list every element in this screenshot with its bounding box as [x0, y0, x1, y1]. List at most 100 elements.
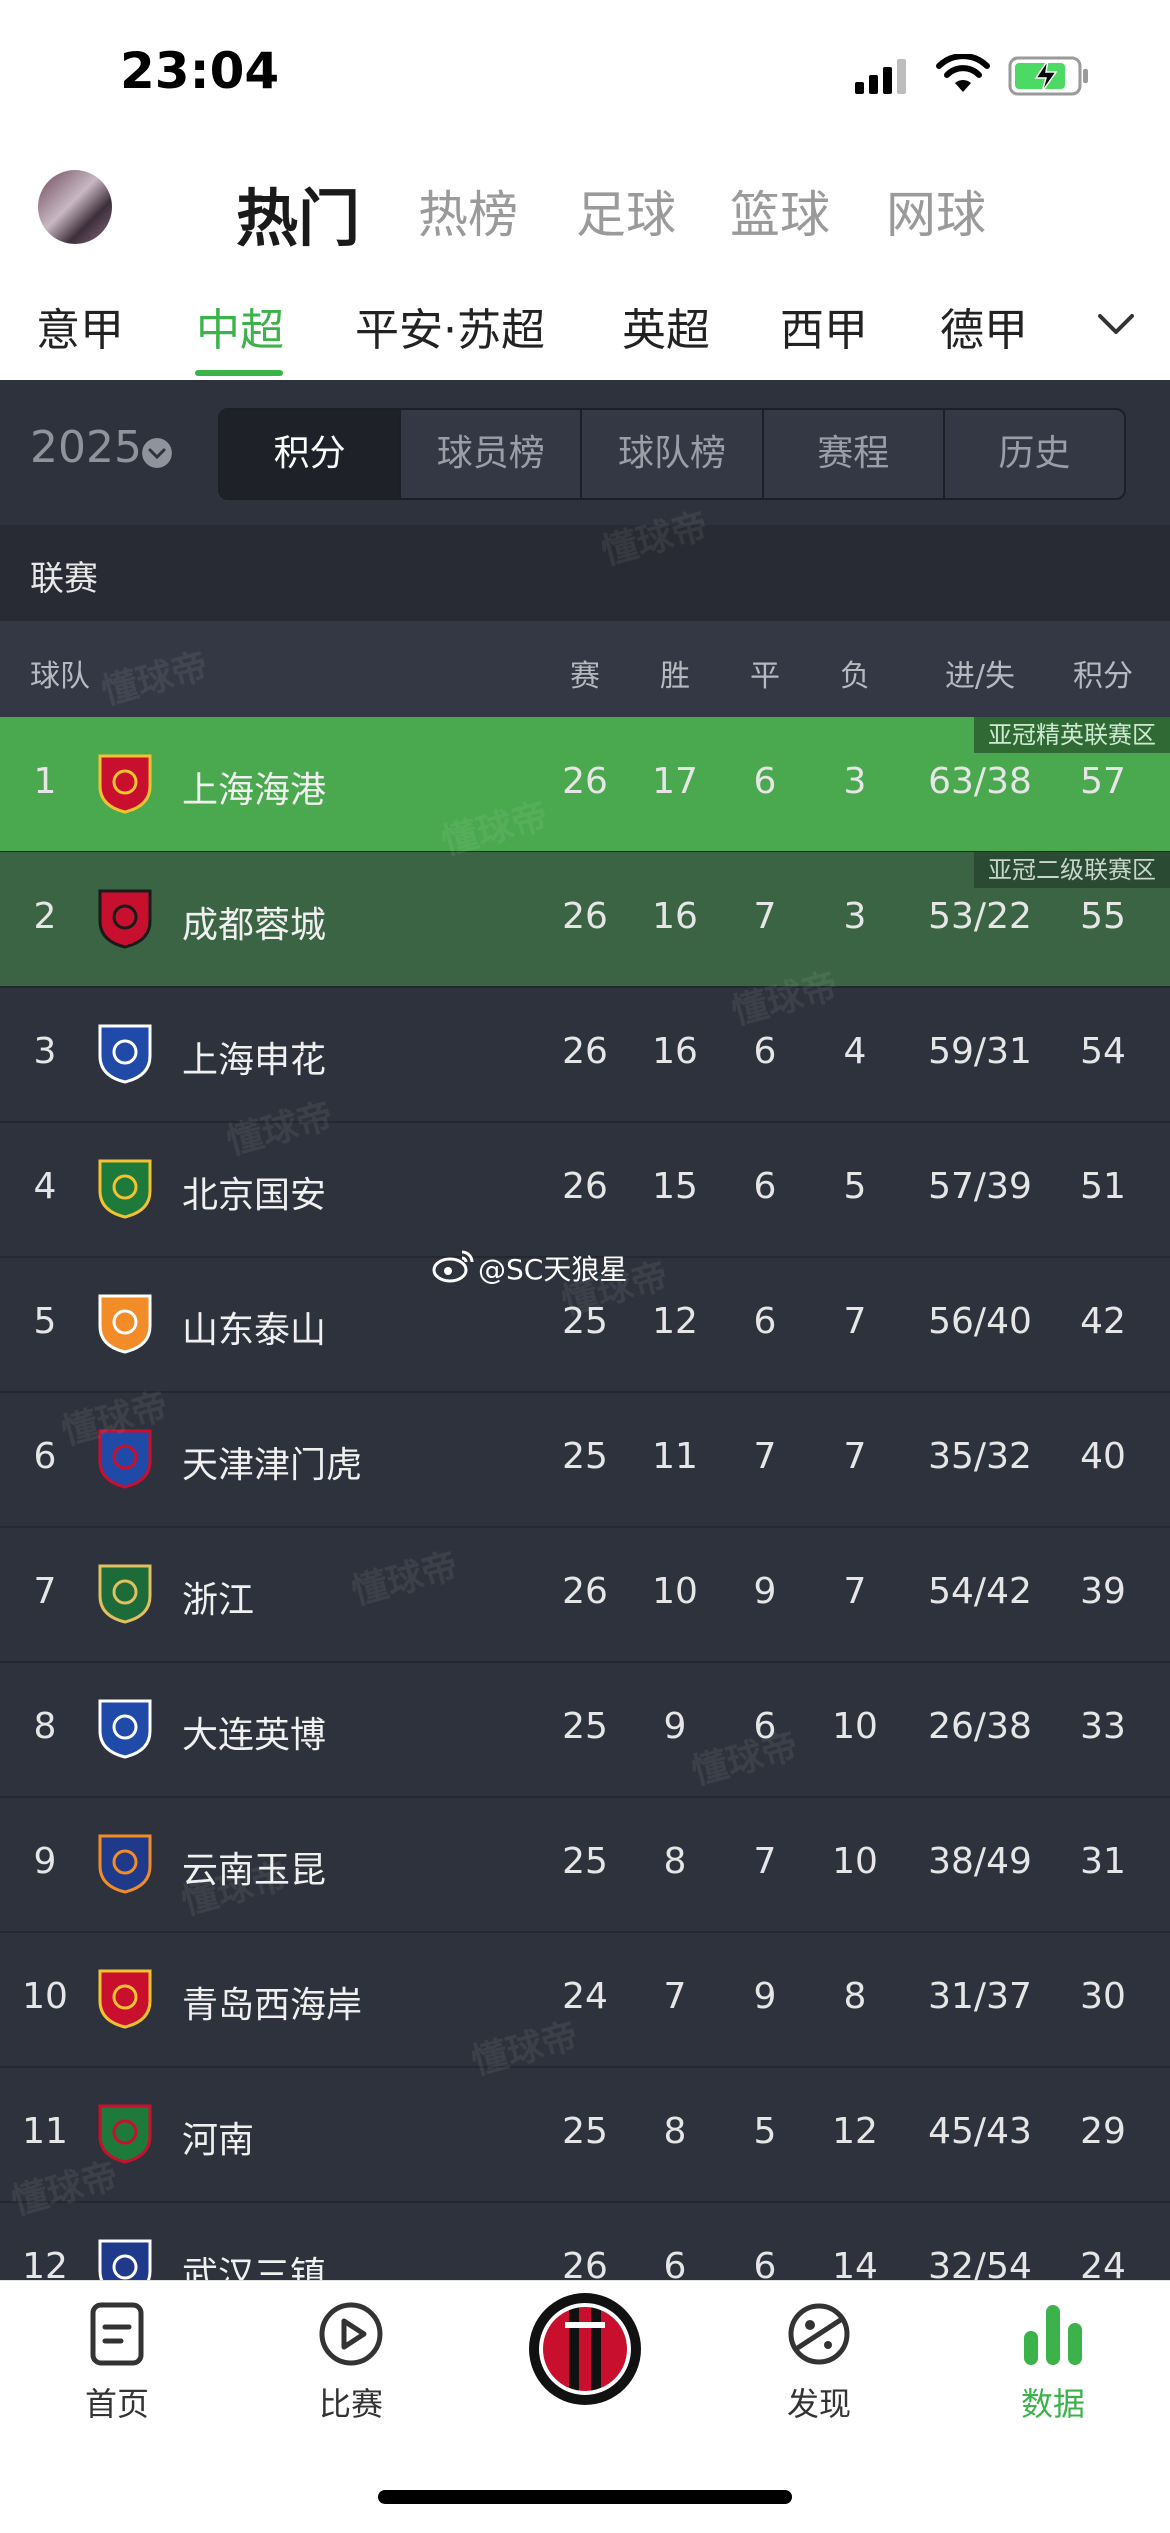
table-row[interactable]: 10 青岛西海岸 24 7 9 8 31/37 30	[0, 1932, 1170, 2068]
cell-won: 15	[652, 1166, 698, 1207]
cell-drawn: 7	[753, 1841, 777, 1882]
cell-drawn: 6	[753, 1031, 777, 1072]
table-row[interactable]: 3 上海申花 26 16 6 4 59/31 54	[0, 987, 1170, 1123]
table-row[interactable]: 4 北京国安 26 15 6 5 57/39 51	[0, 1122, 1170, 1258]
status-time: 23:04	[120, 42, 280, 100]
cell-lost: 12	[832, 2111, 878, 2152]
segment-schedule[interactable]: 赛程	[764, 410, 945, 498]
team-logo-icon	[98, 1564, 152, 1624]
cell-goals: 35/32	[928, 1436, 1032, 1477]
cell-played: 26	[562, 761, 608, 802]
league-tab-la-liga[interactable]: 西甲	[780, 294, 868, 358]
weibo-icon	[432, 1250, 474, 1283]
tab-football[interactable]: 足球	[576, 175, 676, 247]
cell-won: 17	[652, 761, 698, 802]
view-segmented-control: 积分 球员榜 球队榜 赛程 历史	[218, 408, 1126, 500]
rank: 9	[33, 1841, 57, 1882]
nav-discover-label: 发现	[786, 2385, 851, 2423]
team-name: 河南	[182, 2120, 255, 2161]
segment-player-rankings[interactable]: 球员榜	[401, 410, 583, 498]
team-name: 天津津门虎	[182, 1445, 363, 1486]
table-row[interactable]: 8 大连英博 25 9 6 10 26/38 33	[0, 1662, 1170, 1798]
cell-goals: 63/38	[928, 761, 1032, 802]
cell-played: 25	[562, 1706, 608, 1747]
league-tabs: 意甲 中超 平安·苏超 英超 西甲 德甲	[0, 270, 1170, 380]
season-selector[interactable]: 2025	[30, 422, 142, 473]
chevron-down-icon[interactable]	[1096, 310, 1136, 338]
home-indicator	[378, 2490, 792, 2504]
nav-club-badge[interactable]	[510, 2289, 660, 2421]
rank: 10	[22, 1976, 68, 2017]
cell-drawn: 6	[753, 1166, 777, 1207]
team-logo-icon	[98, 1294, 152, 1354]
cell-goals: 26/38	[928, 1706, 1032, 1747]
league-tab-su-super[interactable]: 平安·苏超	[355, 294, 545, 358]
nav-data-label: 数据	[1020, 2385, 1085, 2423]
table-row[interactable]: 2 成都蓉城 26 16 7 3 53/22 55 亚冠二级联赛区	[0, 852, 1170, 988]
table-row[interactable]: 9 云南玉昆 25 8 7 10 38/49 31	[0, 1797, 1170, 1933]
team-name: 北京国安	[182, 1175, 327, 1216]
cell-lost: 7	[843, 1436, 867, 1477]
cell-goals: 31/37	[928, 1976, 1032, 2017]
rank: 3	[33, 1031, 57, 1072]
cell-lost: 7	[843, 1301, 867, 1342]
cell-drawn: 7	[753, 1436, 777, 1477]
league-tab-bundesliga[interactable]: 德甲	[940, 294, 1028, 358]
nav-matches[interactable]: 比赛	[276, 2301, 426, 2425]
tab-tennis[interactable]: 网球	[886, 175, 986, 247]
chevron-down-circle-icon[interactable]	[142, 438, 172, 468]
cellular-signal-icon	[855, 59, 906, 94]
cell-drawn: 6	[753, 761, 777, 802]
team-logo-icon	[98, 1969, 152, 2029]
cell-points: 42	[1080, 1301, 1126, 1342]
team-name: 成都蓉城	[182, 905, 327, 946]
cell-points: 39	[1080, 1571, 1126, 1612]
cell-played: 25	[562, 1841, 608, 1882]
standings-panel: 2025 积分 球员榜 球队榜 赛程 历史 联赛 球队 赛 胜 平 负 进/失 …	[0, 380, 1170, 2338]
tab-hot[interactable]: 热门	[236, 168, 360, 258]
league-tab-epl[interactable]: 英超	[622, 294, 710, 358]
segment-standings[interactable]: 积分	[220, 410, 402, 498]
nav-data[interactable]: 数据	[978, 2301, 1128, 2425]
segment-history[interactable]: 历史	[945, 410, 1124, 498]
header-drawn: 平	[750, 659, 780, 694]
league-tab-csl[interactable]: 中超	[196, 294, 284, 358]
table-row[interactable]: 7 浙江 26 10 9 7 54/42 39	[0, 1527, 1170, 1663]
league-tab-serie-a[interactable]: 意甲	[36, 294, 124, 358]
team-name: 上海海港	[182, 770, 327, 811]
cell-drawn: 5	[753, 2111, 777, 2152]
header-goals: 进/失	[944, 659, 1016, 694]
nav-home[interactable]: 首页	[42, 2301, 192, 2425]
cell-lost: 4	[843, 1031, 867, 1072]
team-logo-icon	[98, 889, 152, 949]
cell-lost: 3	[843, 896, 867, 937]
section-header: 联赛	[0, 525, 1170, 621]
nav-home-label: 首页	[84, 2385, 149, 2423]
segment-team-rankings[interactable]: 球队榜	[582, 410, 764, 498]
top-navigation: 热门 热榜 足球 篮球 网球	[0, 150, 1170, 270]
active-tab-indicator	[195, 370, 283, 376]
cell-won: 10	[652, 1571, 698, 1612]
table-row[interactable]: 6 天津津门虎 25 11 7 7 35/32 40	[0, 1392, 1170, 1528]
nav-discover[interactable]: 发现	[744, 2301, 894, 2425]
user-avatar[interactable]	[38, 170, 112, 244]
header-won: 胜	[660, 659, 690, 694]
cell-points: 40	[1080, 1436, 1126, 1477]
cell-won: 7	[663, 1976, 687, 2017]
team-name: 浙江	[182, 1580, 255, 1621]
cell-played: 26	[562, 896, 608, 937]
tab-basketball[interactable]: 篮球	[730, 175, 830, 247]
header-played: 赛	[570, 659, 600, 694]
table-row[interactable]: 1 上海海港 26 17 6 3 63/38 57 亚冠精英联赛区	[0, 717, 1170, 853]
team-logo-icon	[98, 754, 152, 814]
table-row[interactable]: 11 河南 25 8 5 12 45/43 29	[0, 2067, 1170, 2203]
cell-goals: 53/22	[928, 896, 1032, 937]
rank: 11	[22, 2111, 68, 2152]
team-logo-icon	[98, 1699, 152, 1759]
weibo-handle: @SC天狼星	[478, 1253, 628, 1286]
team-logo-icon	[98, 1159, 152, 1219]
rank: 7	[33, 1571, 57, 1612]
cell-goals: 54/42	[928, 1571, 1032, 1612]
cell-won: 12	[652, 1301, 698, 1342]
tab-trending[interactable]: 热榜	[418, 175, 518, 247]
